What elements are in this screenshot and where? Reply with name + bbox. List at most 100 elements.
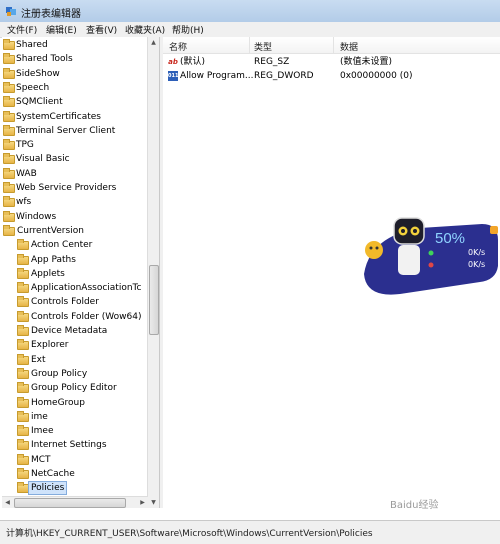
title-bar: 注册表编辑器 bbox=[0, 0, 500, 23]
folder-icon bbox=[3, 182, 15, 193]
folder-icon bbox=[3, 67, 15, 79]
value-name: (默认) bbox=[180, 57, 206, 67]
tree-node-label: Group Policy bbox=[31, 368, 88, 379]
tree-node-label: Shared Tools bbox=[16, 54, 73, 65]
status-bar: 计算机\HKEY_CURRENT_USER\Software\Microsoft… bbox=[0, 520, 500, 544]
tree-node-label: Policies bbox=[28, 481, 68, 496]
tree-node-label: MCT bbox=[31, 454, 51, 465]
value-name: Allow Program... bbox=[180, 71, 254, 81]
folder-icon bbox=[3, 167, 15, 179]
tree-horizontal-scrollbar[interactable]: ◀ ▶ bbox=[2, 496, 148, 508]
folder-icon bbox=[3, 210, 15, 222]
tree-node-label: SystemCertificates bbox=[16, 111, 101, 122]
network-speed-widget[interactable]: 50% 0K/s 0K/s bbox=[360, 214, 500, 300]
value-data: 0x00000000 (0) bbox=[340, 71, 413, 81]
column-type[interactable]: 类型 bbox=[254, 40, 272, 53]
menu-bar: 文件(F) 编辑(E) 查看(V) 收藏夹(A) 帮助(H) bbox=[0, 22, 500, 38]
folder-icon bbox=[17, 267, 29, 279]
tree-node-label: SideShow bbox=[16, 68, 60, 79]
tree-node-label: ime bbox=[31, 411, 48, 422]
tree-node-label: Speech bbox=[16, 82, 50, 93]
folder-icon bbox=[17, 410, 29, 422]
column-divider[interactable] bbox=[333, 37, 334, 53]
folder-icon bbox=[3, 39, 15, 50]
tree-node-label: Applets bbox=[31, 268, 65, 279]
menu-edit[interactable]: 编辑(E) bbox=[46, 23, 77, 36]
tree-node-label: WAB bbox=[16, 168, 37, 179]
folder-icon bbox=[3, 224, 15, 236]
registry-tree[interactable]: Shared Shared Tools SideShow Speech SQMClien… bbox=[2, 37, 160, 508]
list-header: 名称 类型 数据 bbox=[163, 37, 500, 54]
folder-icon bbox=[3, 96, 15, 108]
window-title: 注册表编辑器 bbox=[21, 9, 81, 20]
tree-node-label: Group Policy Editor bbox=[31, 383, 117, 394]
regedit-icon bbox=[6, 7, 16, 16]
folder-icon bbox=[17, 453, 29, 465]
registry-path: 计算机\HKEY_CURRENT_USER\Software\Microsoft… bbox=[6, 529, 373, 539]
tree-node-label: Windows bbox=[16, 211, 57, 222]
column-data[interactable]: 数据 bbox=[340, 40, 358, 53]
watermark: Baidu经验 bbox=[390, 500, 439, 511]
tree-node-label: SQMClient bbox=[16, 97, 63, 108]
folder-icon bbox=[17, 468, 29, 479]
tree-node-label: Visual Basic bbox=[16, 154, 70, 165]
reg-sz-icon: ab bbox=[168, 58, 178, 66]
column-name[interactable]: 名称 bbox=[169, 40, 187, 53]
scroll-up-icon[interactable]: ▲ bbox=[148, 37, 159, 48]
folder-icon bbox=[17, 282, 29, 294]
menu-view[interactable]: 查看(V) bbox=[86, 23, 117, 36]
value-data: (数值未设置) bbox=[340, 57, 393, 67]
tree-node-label: Controls Folder bbox=[31, 297, 99, 308]
value-type: REG_SZ bbox=[254, 57, 290, 67]
tree-node-label: CurrentVersion bbox=[17, 225, 84, 236]
tree-node-label: Explorer bbox=[31, 340, 69, 351]
tree-node-label: Ext bbox=[31, 354, 46, 365]
folder-icon bbox=[17, 353, 29, 365]
tree-node-label: Controls Folder (Wow64) bbox=[31, 311, 142, 322]
scroll-thumb[interactable] bbox=[149, 265, 159, 335]
download-speed: 0K/s bbox=[468, 260, 486, 269]
widget-graphic bbox=[364, 217, 498, 295]
scroll-down-icon[interactable]: ▼ bbox=[148, 497, 159, 508]
tree-vertical-scrollbar[interactable]: ▲ ▼ bbox=[147, 37, 159, 508]
folder-icon bbox=[3, 139, 15, 151]
tree-node-label: Device Metadata bbox=[31, 326, 108, 336]
tree-node-label: Imee bbox=[31, 426, 54, 437]
upload-speed: 0K/s bbox=[468, 248, 486, 257]
value-row[interactable]: 011 Allow Program... REG_DWORD 0x0000000… bbox=[163, 69, 500, 83]
folder-icon bbox=[17, 339, 29, 351]
scroll-left-icon[interactable]: ◀ bbox=[2, 497, 13, 508]
tree-node-label: App Paths bbox=[31, 254, 76, 265]
network-percent: 50% bbox=[435, 230, 466, 247]
tree-node-label: Internet Settings bbox=[31, 440, 107, 451]
tree-node-label: ApplicationAssociationTc bbox=[31, 283, 142, 294]
folder-icon bbox=[17, 396, 29, 408]
tree-node-label: TPG bbox=[16, 140, 34, 151]
folder-icon bbox=[3, 196, 15, 208]
hscroll-thumb[interactable] bbox=[14, 498, 126, 508]
folder-icon bbox=[17, 382, 29, 394]
folder-icon bbox=[3, 81, 15, 93]
folder-icon bbox=[17, 439, 29, 451]
tree-node-label: Terminal Server Client bbox=[16, 125, 116, 136]
value-row[interactable]: ab (默认) REG_SZ (数值未设置) bbox=[163, 55, 500, 69]
folder-icon bbox=[17, 296, 29, 308]
menu-favorites[interactable]: 收藏夹(A) bbox=[125, 23, 165, 36]
tree-node-label: HomeGroup bbox=[31, 397, 85, 408]
tree-node-label: Shared bbox=[16, 40, 48, 50]
scroll-right-icon[interactable]: ▶ bbox=[137, 497, 148, 508]
menu-file[interactable]: 文件(F) bbox=[7, 23, 37, 36]
folder-icon bbox=[17, 425, 29, 437]
folder-icon bbox=[17, 253, 29, 265]
tree-node-label: Action Center bbox=[31, 240, 93, 251]
menu-help[interactable]: 帮助(H) bbox=[172, 23, 204, 36]
folder-icon bbox=[3, 124, 15, 136]
reg-dword-icon: 011 bbox=[168, 71, 179, 81]
folder-icon bbox=[17, 239, 29, 251]
value-type: REG_DWORD bbox=[254, 71, 314, 81]
folder-icon bbox=[17, 310, 29, 322]
tree-node-label: wfs bbox=[16, 197, 32, 208]
folder-icon bbox=[3, 110, 15, 122]
folder-icon bbox=[17, 367, 29, 379]
column-divider[interactable] bbox=[249, 37, 250, 53]
